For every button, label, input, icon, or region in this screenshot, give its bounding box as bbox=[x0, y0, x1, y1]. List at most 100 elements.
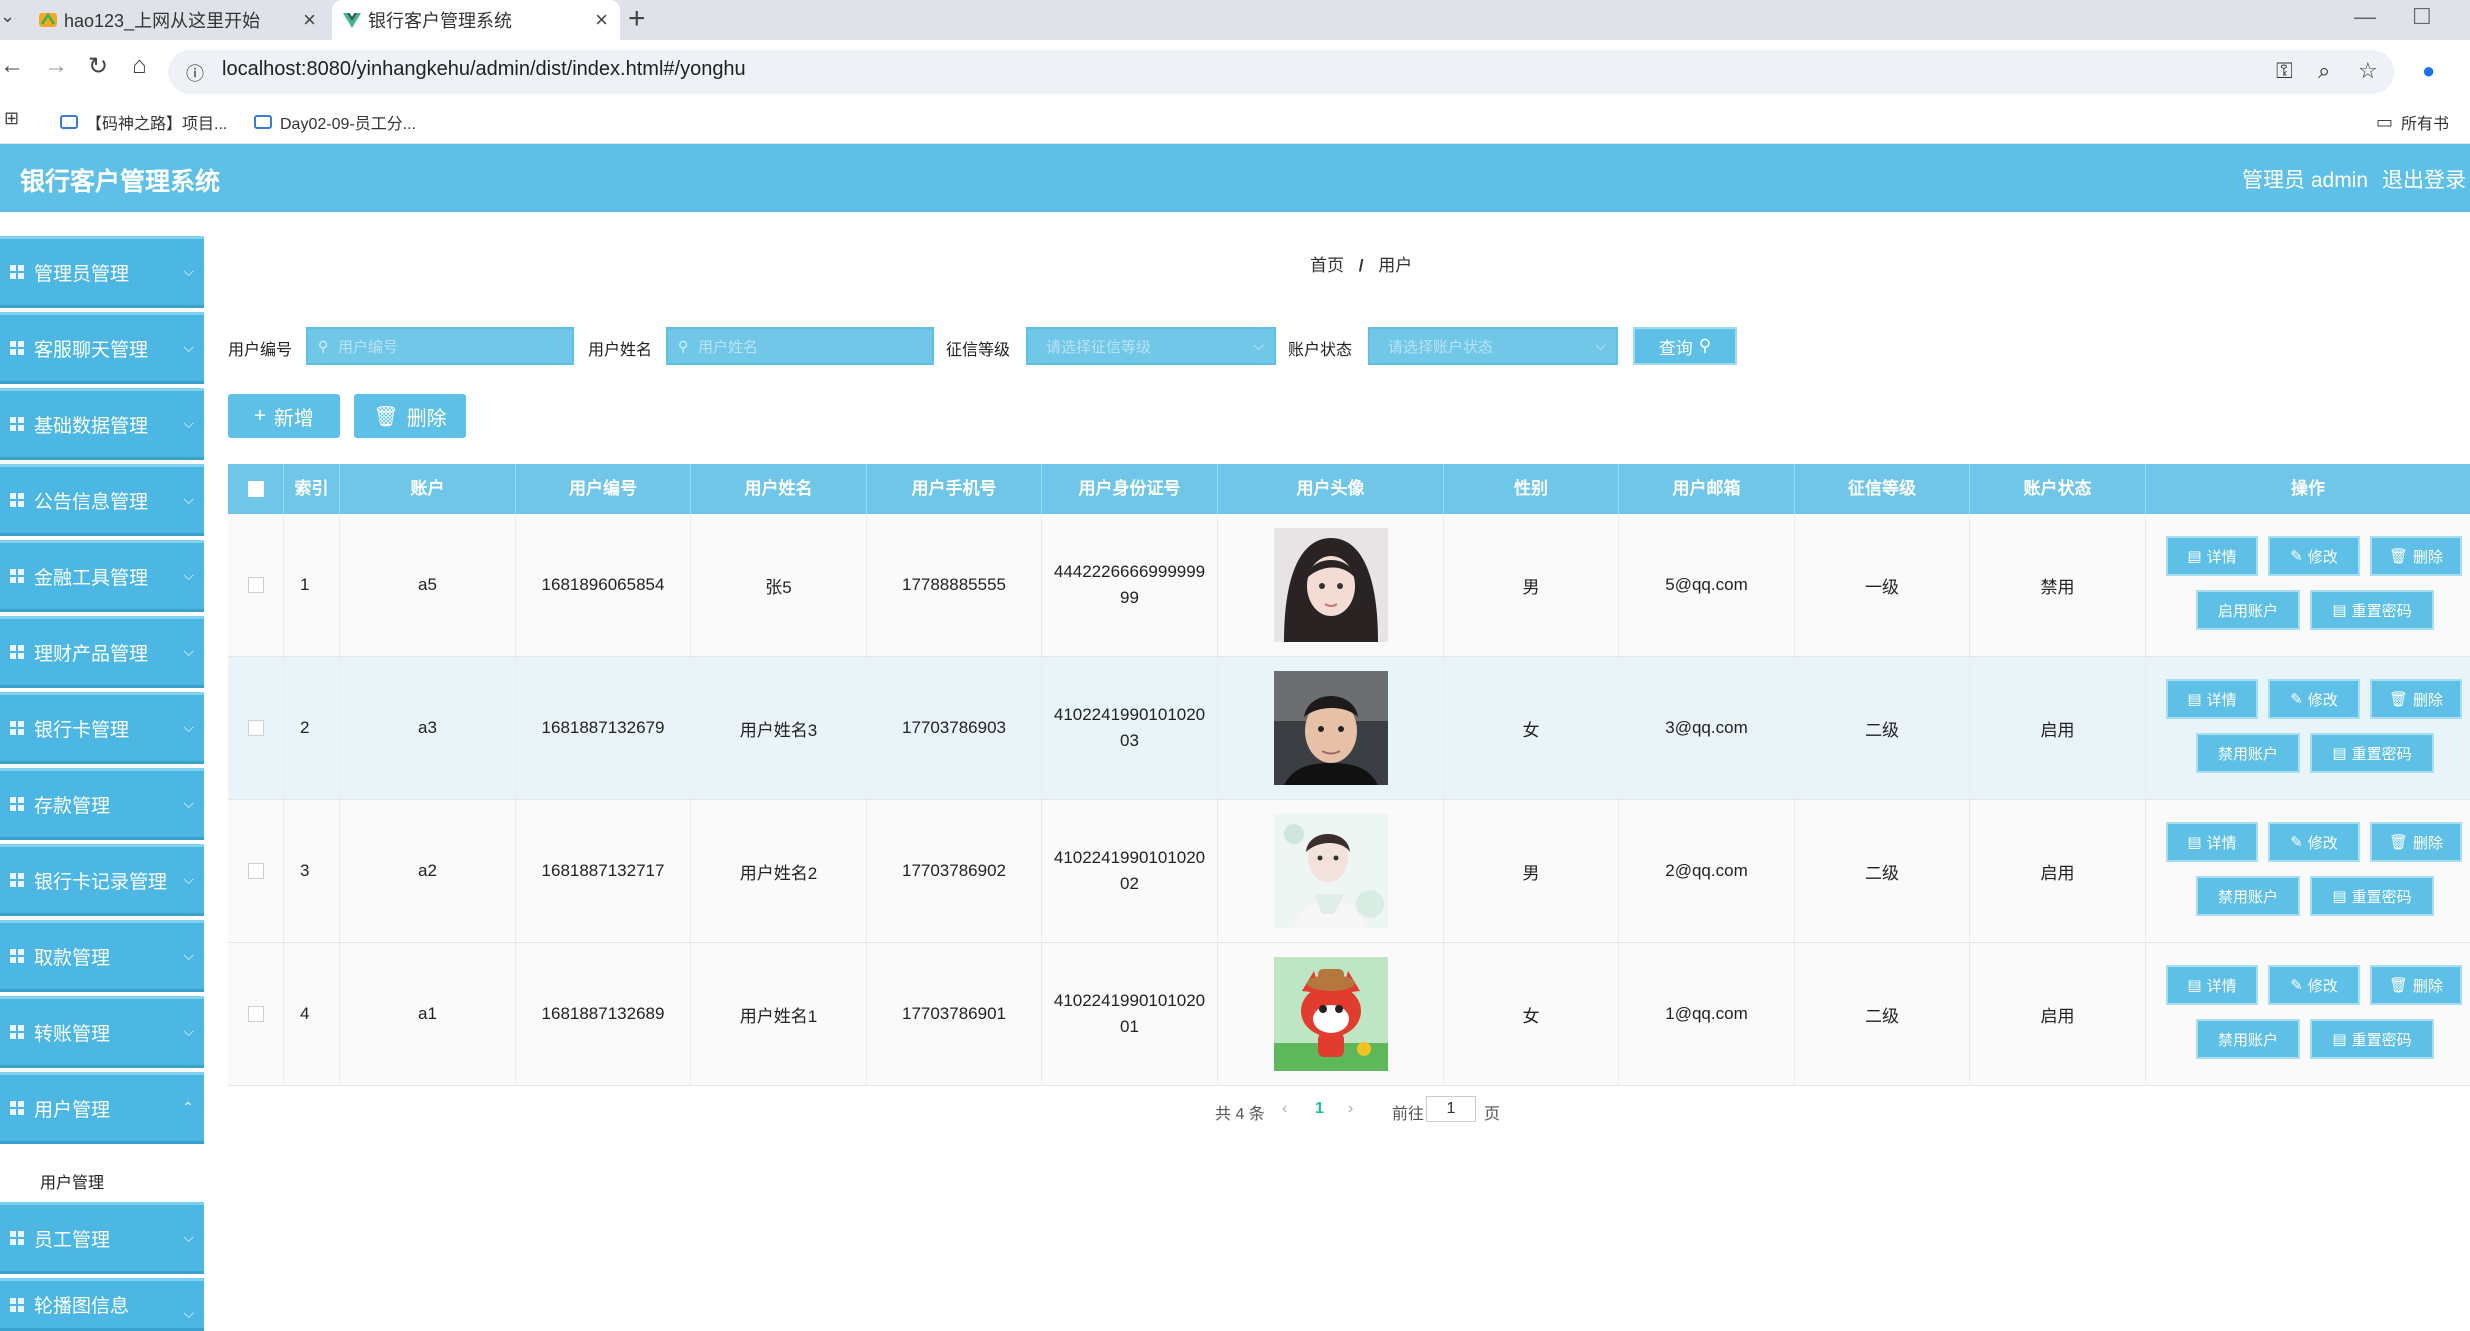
sidebar-item-employees[interactable]: 员工管理 ⌵ bbox=[0, 1202, 204, 1274]
breadcrumb-home[interactable]: 首页 bbox=[1310, 256, 1344, 275]
chevron-down-icon: ⌵ bbox=[183, 1305, 194, 1321]
cell-avatar bbox=[1218, 943, 1444, 1085]
sidebar-item-basic-data[interactable]: 基础数据管理 ⌵ bbox=[0, 388, 204, 460]
browser-tab-hao123[interactable]: hao123_上网从这里开始 × bbox=[28, 0, 328, 40]
edit-icon: ✎ bbox=[2290, 548, 2303, 565]
prev-page-icon[interactable]: ‹ bbox=[1282, 1100, 1287, 1118]
sidebar-item-admin[interactable]: 管理员管理 ⌵ bbox=[0, 236, 204, 308]
edit-button[interactable]: ✎ 修改 bbox=[2268, 965, 2360, 1005]
apps-grid-icon[interactable]: ⊞ bbox=[4, 108, 19, 129]
cell-index: 2 bbox=[284, 657, 340, 799]
row-checkbox[interactable] bbox=[247, 863, 264, 879]
cell-id-card: 410224199010102001 bbox=[1042, 943, 1218, 1085]
bookmark-2[interactable]: Day02-09-员工分... bbox=[254, 110, 416, 134]
table-row: 3 a2 1681887132717 用户姓名2 17703786902 410… bbox=[228, 800, 2470, 943]
chevron-down-icon: ⌵ bbox=[1253, 337, 1264, 353]
detail-button[interactable]: ▤ 详情 bbox=[2166, 679, 2258, 719]
toggle-account-button[interactable]: 禁用账户 bbox=[2196, 733, 2300, 773]
sidebar-item-withdraw[interactable]: 取款管理 ⌵ bbox=[0, 920, 204, 992]
sidebar-item-transfer[interactable]: 转账管理 ⌵ bbox=[0, 996, 204, 1068]
credit-level-select[interactable]: 请选择征信等级 ⌵ bbox=[1026, 327, 1276, 365]
logout-link[interactable]: 退出登录 bbox=[2382, 164, 2466, 194]
reset-password-button[interactable]: ▤ 重置密码 bbox=[2310, 1019, 2434, 1059]
close-icon[interactable]: × bbox=[303, 7, 316, 33]
delete-button[interactable]: 🗑 删除 bbox=[2370, 822, 2462, 862]
page-number-current[interactable]: 1 bbox=[1315, 1100, 1324, 1118]
sidebar-item-chat[interactable]: 客服聊天管理 ⌵ bbox=[0, 312, 204, 384]
add-button[interactable]: + 新增 bbox=[228, 394, 340, 438]
cell-user-no: 1681887132689 bbox=[516, 943, 691, 1085]
zoom-icon[interactable]: ⌕ bbox=[2318, 58, 2330, 84]
maximize-icon[interactable]: ☐ bbox=[2412, 4, 2432, 30]
minimize-icon[interactable]: — bbox=[2354, 4, 2376, 30]
avatar bbox=[1273, 814, 1388, 928]
row-select-cell bbox=[228, 657, 284, 799]
new-tab-icon[interactable]: + bbox=[628, 2, 646, 36]
reset-password-button[interactable]: ▤ 重置密码 bbox=[2310, 876, 2434, 916]
edit-button[interactable]: ✎ 修改 bbox=[2268, 822, 2360, 862]
query-button[interactable]: 查询 ⚲ bbox=[1633, 327, 1737, 365]
detail-button[interactable]: ▤ 详情 bbox=[2166, 822, 2258, 862]
profile-icon[interactable]: ● bbox=[2422, 58, 2435, 84]
cell-account: a3 bbox=[340, 657, 516, 799]
row-checkbox[interactable] bbox=[247, 1006, 264, 1022]
cell-avatar bbox=[1218, 514, 1444, 656]
plus-icon: + bbox=[254, 404, 266, 427]
chevron-down-icon: ⌵ bbox=[183, 339, 194, 355]
sidebar-item-users[interactable]: 用户管理 ⌃ bbox=[0, 1072, 204, 1144]
sidebar-item-carousel[interactable]: 轮播图信息 ⌵ bbox=[0, 1278, 204, 1331]
cell-account: a5 bbox=[340, 514, 516, 656]
next-page-icon[interactable]: › bbox=[1348, 1100, 1353, 1118]
document-icon: ▤ bbox=[2187, 977, 2202, 994]
toggle-account-button[interactable]: 禁用账户 bbox=[2196, 876, 2300, 916]
cell-phone: 17788885555 bbox=[867, 514, 1042, 656]
toggle-account-button[interactable]: 禁用账户 bbox=[2196, 1019, 2300, 1059]
sidebar-item-finance-tools[interactable]: 金融工具管理 ⌵ bbox=[0, 540, 204, 612]
edit-button[interactable]: ✎ 修改 bbox=[2268, 536, 2360, 576]
edit-button[interactable]: ✎ 修改 bbox=[2268, 679, 2360, 719]
forward-icon[interactable]: → bbox=[44, 52, 68, 80]
user-no-input[interactable]: ⚲ 用户编号 bbox=[306, 327, 574, 365]
sidebar-item-deposit[interactable]: 存款管理 ⌵ bbox=[0, 768, 204, 840]
toggle-account-button[interactable]: 启用账户 bbox=[2196, 590, 2300, 630]
delete-button[interactable]: 🗑 删除 bbox=[2370, 536, 2462, 576]
delete-button[interactable]: 🗑 删除 bbox=[2370, 679, 2462, 719]
col-user-no: 用户编号 bbox=[516, 464, 691, 514]
browser-tab-bank[interactable]: 银行客户管理系统 × bbox=[332, 0, 620, 40]
select-all-checkbox[interactable] bbox=[247, 481, 264, 497]
url-text[interactable]: localhost:8080/yinhangkehu/admin/dist/in… bbox=[222, 58, 746, 81]
sidebar-item-card-records[interactable]: 银行卡记录管理 ⌵ bbox=[0, 844, 204, 916]
reset-password-button[interactable]: ▤ 重置密码 bbox=[2310, 590, 2434, 630]
detail-button[interactable]: ▤ 详情 bbox=[2166, 536, 2258, 576]
reset-password-button[interactable]: ▤ 重置密码 bbox=[2310, 733, 2434, 773]
user-name-input[interactable]: ⚲ 用户姓名 bbox=[666, 327, 934, 365]
bookmark-1[interactable]: 【码神之路】项目... bbox=[60, 110, 227, 134]
home-icon[interactable]: ⌂ bbox=[132, 52, 147, 80]
account-status-select[interactable]: 请选择账户状态 ⌵ bbox=[1368, 327, 1618, 365]
cell-index: 1 bbox=[284, 514, 340, 656]
back-icon[interactable]: ← bbox=[0, 52, 24, 80]
batch-delete-button[interactable]: 🗑 删除 bbox=[354, 394, 466, 438]
site-info-icon[interactable]: ⓘ bbox=[186, 60, 204, 86]
col-credit: 征信等级 bbox=[1795, 464, 1970, 514]
page-jump-input[interactable]: 1 bbox=[1426, 1096, 1476, 1122]
close-icon[interactable]: × bbox=[595, 7, 608, 33]
row-checkbox[interactable] bbox=[247, 720, 264, 736]
chevron-down-icon: ⌵ bbox=[183, 263, 194, 279]
all-bookmarks[interactable]: ▭ 所有书 bbox=[2376, 110, 2449, 134]
sidebar-subitem-user-manage[interactable]: 用户管理 bbox=[0, 1157, 204, 1201]
delete-button[interactable]: 🗑 删除 bbox=[2370, 965, 2462, 1005]
sidebar-item-wealth-products[interactable]: 理财产品管理 ⌵ bbox=[0, 616, 204, 688]
reload-icon[interactable]: ↻ bbox=[88, 52, 108, 81]
detail-button[interactable]: ▤ 详情 bbox=[2166, 965, 2258, 1005]
star-icon[interactable]: ☆ bbox=[2358, 58, 2378, 84]
sidebar-item-bank-card[interactable]: 银行卡管理 ⌵ bbox=[0, 692, 204, 764]
row-checkbox[interactable] bbox=[247, 577, 264, 593]
key-icon[interactable]: ⚿ bbox=[2276, 58, 2293, 84]
col-user-name: 用户姓名 bbox=[691, 464, 867, 514]
chevron-down-icon: ⌵ bbox=[183, 415, 194, 431]
cell-status: 禁用 bbox=[1970, 514, 2146, 656]
breadcrumb: 首页 / 用户 bbox=[1310, 251, 1412, 276]
sidebar-item-notice[interactable]: 公告信息管理 ⌵ bbox=[0, 464, 204, 536]
tab-search-icon[interactable]: ⌄ bbox=[0, 6, 15, 27]
